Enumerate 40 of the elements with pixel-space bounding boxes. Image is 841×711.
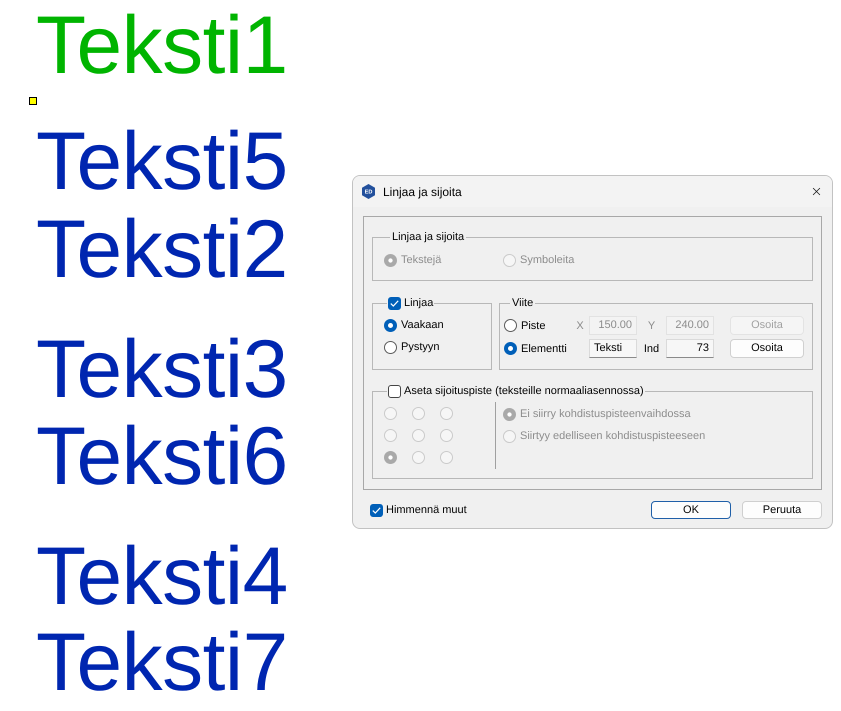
point-marker-icon: [29, 97, 37, 105]
field-label: X: [575, 320, 585, 332]
dialog-button[interactable]: OK: [651, 501, 731, 519]
canvas-text: Teksti2: [36, 209, 288, 291]
text-field[interactable]: Teksti: [589, 339, 637, 358]
radio-label: Ei siirry kohdistuspisteenvaihdossa: [520, 407, 691, 421]
canvas-text: Teksti3: [36, 329, 288, 411]
canvas-text: Teksti1: [36, 5, 288, 87]
radio-label: Piste: [521, 318, 546, 332]
dialog-button[interactable]: Peruuta: [742, 501, 822, 519]
radio-label: Pystyyn: [401, 340, 440, 354]
field-label: Y: [646, 320, 656, 332]
close-icon: [810, 185, 823, 198]
group-title: Linjaa ja sijoita: [391, 230, 466, 244]
number-field[interactable]: 73: [666, 339, 714, 358]
radio-button[interactable]: [504, 342, 517, 355]
window-title: Linjaa ja sijoita: [383, 184, 462, 198]
canvas-text: Teksti5: [36, 121, 288, 203]
radio-label: Siirtyy edelliseen kohdistuspisteeseen: [520, 429, 706, 443]
checkmark-icon: [390, 300, 399, 306]
checkbox-label: Linjaa: [404, 296, 434, 310]
checkmark-icon: [372, 506, 381, 514]
radio-button[interactable]: [384, 340, 397, 354]
checkbox-label: Aseta sijoituspiste (teksteille normaaliasennossa): [404, 384, 644, 398]
canvas-text: Teksti7: [36, 622, 288, 704]
pick-button[interactable]: Osoita: [730, 339, 804, 358]
radio-button[interactable]: [384, 318, 397, 332]
close-button[interactable]: [810, 185, 823, 198]
radio-label: Symboleita: [520, 253, 574, 267]
group-title: Viite: [511, 296, 534, 310]
checkbox[interactable]: [388, 296, 401, 310]
radio-label: Vaakaan: [401, 318, 444, 332]
radio-label: Tekstejä: [401, 253, 442, 267]
canvas-text: Teksti6: [36, 416, 288, 498]
radio-label: Elementti: [521, 342, 567, 356]
radio-button[interactable]: [504, 319, 517, 332]
field-label: Ind: [642, 342, 660, 354]
canvas-text: Teksti4: [36, 536, 288, 618]
checkbox[interactable]: [370, 504, 383, 516]
checkbox-label: Himmennä muut: [386, 503, 467, 517]
